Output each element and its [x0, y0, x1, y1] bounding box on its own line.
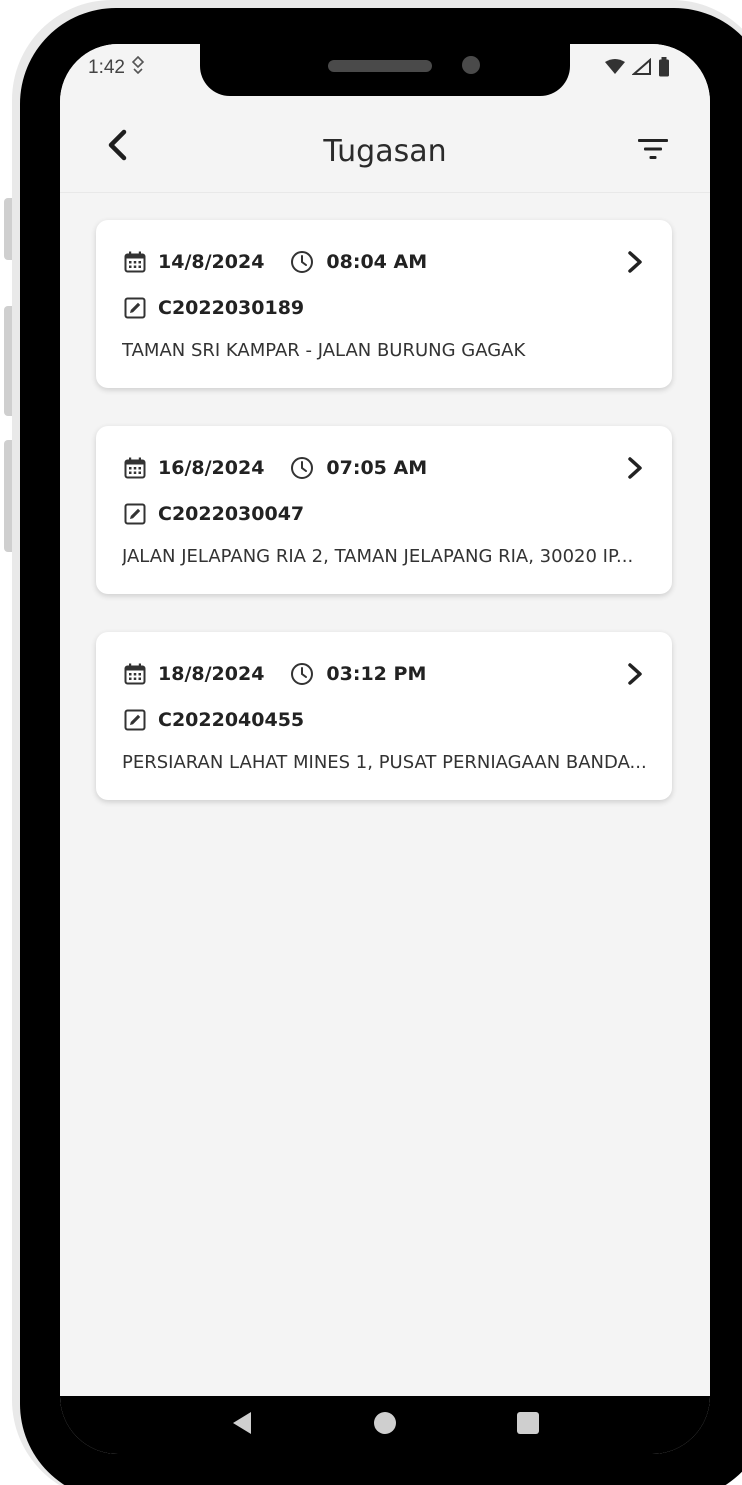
- task-date: 18/8/2024: [158, 663, 265, 685]
- filter-icon: [638, 138, 668, 165]
- task-code: C2022030047: [158, 503, 305, 525]
- front-camera: [462, 56, 480, 74]
- recents-square-icon: [516, 1411, 540, 1440]
- task-address: PERSIARAN LAHAT MINES 1, PUSAT PERNIAGAA…: [122, 752, 647, 773]
- task-datetime-row: 18/8/2024 03:12 PM: [124, 660, 426, 688]
- task-address: JALAN JELAPANG RIA 2, TAMAN JELAPANG RIA…: [122, 546, 634, 567]
- chevron-right-icon: [624, 662, 646, 686]
- speaker-grille: [328, 60, 432, 72]
- clock-icon: [290, 662, 314, 686]
- clock-icon: [290, 250, 314, 274]
- camera-notch: [200, 44, 570, 96]
- task-code-row: C2022030189: [124, 294, 304, 322]
- task-datetime-row: 14/8/2024 08:04 AM: [124, 248, 427, 276]
- status-time: 1:42: [88, 57, 125, 78]
- system-nav-bar: [60, 1396, 710, 1454]
- chevron-right-icon: [624, 250, 646, 274]
- chevron-right-icon: [624, 456, 646, 480]
- task-address: TAMAN SRI KAMPAR - JALAN BURUNG GAGAK: [122, 340, 526, 361]
- task-datetime-row: 16/8/2024 07:05 AM: [124, 454, 427, 482]
- task-date: 16/8/2024: [158, 457, 265, 479]
- battery-icon: [658, 57, 670, 82]
- task-time: 03:12 PM: [326, 663, 427, 685]
- status-bar: 1:42: [60, 44, 710, 100]
- nav-home-button[interactable]: [365, 1405, 405, 1445]
- home-circle-icon: [373, 1411, 397, 1440]
- task-date: 14/8/2024: [158, 251, 265, 273]
- calendar-icon: [124, 457, 146, 479]
- edit-icon: [124, 297, 146, 319]
- task-code: C2022030189: [158, 297, 305, 319]
- app-bar: Tugasan: [60, 100, 710, 193]
- back-triangle-icon: [231, 1411, 253, 1440]
- calendar-icon: [124, 251, 146, 273]
- task-card[interactable]: 14/8/2024 08:04 AM C2022030189 TAMAN SRI…: [96, 220, 672, 388]
- task-time: 08:04 AM: [326, 251, 428, 273]
- clock-icon: [290, 456, 314, 480]
- task-list: 14/8/2024 08:04 AM C2022030189 TAMAN SRI…: [96, 220, 672, 838]
- task-time: 07:05 AM: [326, 457, 428, 479]
- page-title: Tugasan: [323, 134, 447, 169]
- signal-icon: [631, 57, 652, 81]
- calendar-icon: [124, 663, 146, 685]
- edit-icon: [124, 709, 146, 731]
- filter-button[interactable]: [636, 136, 670, 166]
- phone-screen: 1:42 Tugasan 14/8/2024 08:04 AM C2022030…: [60, 44, 710, 1454]
- status-icons: [604, 57, 670, 82]
- status-time-group: 1:42: [88, 55, 145, 80]
- edit-icon: [124, 503, 146, 525]
- wifi-icon: [604, 59, 626, 80]
- task-card[interactable]: 18/8/2024 03:12 PM C2022040455 PERSIARAN…: [96, 632, 672, 800]
- device-canvas: 1:42 Tugasan 14/8/2024 08:04 AM C2022030…: [0, 0, 742, 1485]
- task-code-row: C2022040455: [124, 706, 304, 734]
- task-code-row: C2022030047: [124, 500, 304, 528]
- location-icon: [131, 55, 145, 80]
- task-code: C2022040455: [158, 709, 305, 731]
- nav-recents-button[interactable]: [508, 1405, 548, 1445]
- nav-back-button[interactable]: [222, 1405, 262, 1445]
- task-card[interactable]: 16/8/2024 07:05 AM C2022030047 JALAN JEL…: [96, 426, 672, 594]
